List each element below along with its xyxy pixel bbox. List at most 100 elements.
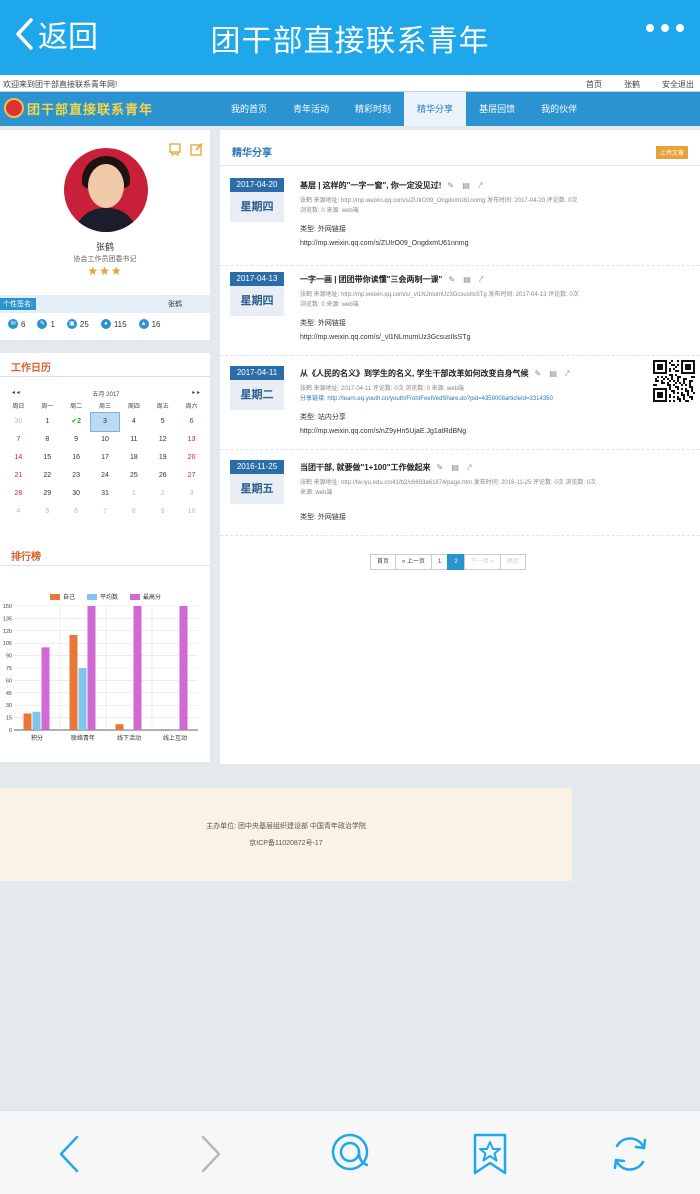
- calendar-day[interactable]: 12: [148, 431, 177, 449]
- pager-first[interactable]: 首页: [370, 554, 397, 570]
- calendar-day[interactable]: 5: [148, 413, 177, 431]
- nav-my-partners[interactable]: 我的伙伴: [528, 92, 590, 126]
- post-action-icons[interactable]: ✎ ▤ ⤤: [447, 181, 485, 191]
- calendar-day[interactable]: 23: [62, 467, 91, 485]
- calendar-day[interactable]: 25: [119, 467, 148, 485]
- post-action-icons[interactable]: ✎ ▤ ⤤: [448, 275, 486, 285]
- calendar-day[interactable]: 6: [177, 413, 206, 431]
- calendar-day[interactable]: 21: [4, 467, 33, 485]
- post-url[interactable]: http://mp.weixin.qq.com/s/_vl1NLmumUz3Gc…: [300, 334, 470, 341]
- calendar-day[interactable]: 19: [148, 449, 177, 467]
- calendar-day[interactable]: 27: [177, 467, 206, 485]
- calendar-day[interactable]: 2: [148, 485, 177, 503]
- pager-next[interactable]: 下一页 »: [463, 554, 501, 570]
- stat-item[interactable]: ✉ 6: [8, 319, 25, 329]
- post-title[interactable]: 当团干部, 就要做"1+100"工作做起来: [300, 462, 431, 473]
- legend-item: 自己: [50, 592, 75, 601]
- calendar-day[interactable]: 18: [119, 449, 148, 467]
- stat-item[interactable]: ✎ 1: [37, 319, 55, 329]
- calendar-day[interactable]: 1: [33, 413, 62, 431]
- stat-item[interactable]: ▲ 16: [138, 319, 160, 329]
- calendar-day[interactable]: 20: [177, 449, 206, 467]
- calendar-day[interactable]: 13: [177, 431, 206, 449]
- more-menu-button[interactable]: [646, 24, 684, 32]
- post-item[interactable]: 2017-04-20 星期四 基层 | 这样的"一字一窗", 你一定没见过! ✎ …: [220, 178, 700, 266]
- calendar-day[interactable]: 30: [62, 485, 91, 503]
- post-title[interactable]: 一字一画 | 团团带你读懂"三会两制一课": [300, 274, 442, 285]
- calendar-day[interactable]: 28: [4, 485, 33, 503]
- calendar-day[interactable]: 10: [177, 503, 206, 521]
- calendar-day[interactable]: 14: [4, 449, 33, 467]
- stat-item[interactable]: ▣ 25: [66, 319, 89, 329]
- calendar-day[interactable]: 16: [62, 449, 91, 467]
- stat-value: 6: [21, 319, 26, 329]
- calendar-day[interactable]: 15: [33, 449, 62, 467]
- post-item[interactable]: 2017-04-11 星期二 从《人民的名义》到学生的名义, 学生干部改革如何改…: [220, 366, 700, 450]
- calendar-day[interactable]: 30: [4, 413, 33, 431]
- post-action-icons[interactable]: ✎ ▤ ⤤: [437, 463, 475, 473]
- back-arrow-icon[interactable]: [45, 1129, 95, 1179]
- nav-youth-activity[interactable]: 青年活动: [280, 92, 342, 126]
- calendar-day[interactable]: 7: [91, 503, 120, 521]
- post-date-box: 2017-04-13 星期四: [230, 272, 284, 316]
- next-month-button[interactable]: ▸ ▸: [192, 389, 200, 396]
- home-link[interactable]: 首页: [586, 79, 602, 90]
- post-title[interactable]: 基层 | 这样的"一字一窗", 你一定没见过!: [300, 180, 441, 191]
- bar-自己: [69, 634, 78, 730]
- user-link[interactable]: 张鹤: [624, 79, 640, 90]
- calendar-day[interactable]: ✔2: [62, 413, 91, 431]
- x-tick-label: 线下活动: [117, 734, 141, 742]
- calendar-day[interactable]: 17: [91, 449, 120, 467]
- post-action-icons[interactable]: ✎ ▤ ⤤: [534, 369, 572, 379]
- calendar-day[interactable]: 6: [62, 503, 91, 521]
- certificate-icon[interactable]: [168, 142, 182, 156]
- calendar-day[interactable]: 9: [62, 431, 91, 449]
- y-tick-label: 60: [6, 678, 12, 684]
- pager-last[interactable]: 尾页: [499, 554, 526, 570]
- post-item[interactable]: 2016-11-25 星期五 当团干部, 就要做"1+100"工作做起来 ✎ ▤ …: [220, 460, 700, 536]
- refresh-icon[interactable]: [605, 1129, 655, 1179]
- pager-page-2[interactable]: 2: [447, 554, 465, 570]
- calendar-day[interactable]: 3: [89, 412, 121, 432]
- edit-icon[interactable]: [190, 142, 204, 156]
- site-footer: 主办单位: 团中央基层组织建设部 中国青年政治学院 京ICP备11020872号…: [0, 788, 572, 881]
- nav-feedback[interactable]: 基层回馈: [466, 92, 528, 126]
- calendar-day[interactable]: 8: [33, 431, 62, 449]
- post-item[interactable]: 2017-04-13 星期四 一字一画 | 团团带你读懂"三会两制一课" ✎ ▤ …: [220, 272, 700, 356]
- calendar-day[interactable]: 8: [119, 503, 148, 521]
- y-tick-label: 150: [3, 604, 12, 610]
- post-url[interactable]: http://mp.weixin.qq.com/s/nZ9yHn5UjaE.Jg…: [300, 428, 466, 435]
- y-tick-label: 75: [6, 666, 12, 672]
- calendar-day[interactable]: 4: [119, 413, 148, 431]
- comment-icon[interactable]: [325, 1129, 375, 1179]
- calendar-day[interactable]: 9: [148, 503, 177, 521]
- post-url[interactable]: http://mp.weixin.qq.com/s/ZUIrO09_Ongdxm…: [300, 240, 468, 247]
- bookmark-star-icon[interactable]: [465, 1129, 515, 1179]
- y-tick-label: 90: [6, 654, 12, 660]
- calendar-day[interactable]: 1: [119, 485, 148, 503]
- calendar-day[interactable]: 29: [33, 485, 62, 503]
- nav-essence-share[interactable]: 精华分享: [404, 92, 467, 126]
- pager-page-1[interactable]: 1: [431, 554, 449, 570]
- calendar-day[interactable]: 10: [91, 431, 120, 449]
- calendar-day[interactable]: 24: [91, 467, 120, 485]
- site-logo[interactable]: 团干部直接联系青年: [4, 98, 153, 118]
- nav-highlights[interactable]: 精彩时刻: [342, 92, 404, 126]
- calendar-day[interactable]: 11: [119, 431, 148, 449]
- stat-item[interactable]: ● 115: [100, 319, 127, 329]
- calendar-day[interactable]: 31: [91, 485, 120, 503]
- nav-my-home[interactable]: 我的首页: [218, 92, 280, 126]
- post-share-link[interactable]: 分享链接: http://learn.eq.youth.cn/youth/Fro…: [300, 394, 660, 404]
- upload-article-button[interactable]: 上传文章: [655, 146, 688, 159]
- calendar-day[interactable]: 4: [4, 503, 33, 521]
- calendar-day[interactable]: 22: [33, 467, 62, 485]
- calendar-day[interactable]: 7: [4, 431, 33, 449]
- post-title[interactable]: 从《人民的名义》到学生的名义, 学生干部改革如何改变自身气候: [300, 368, 528, 379]
- logout-link[interactable]: 安全退出: [662, 79, 694, 90]
- pager-prev[interactable]: « 上一页: [395, 554, 433, 570]
- forward-arrow-icon[interactable]: [185, 1129, 235, 1179]
- weekday-header: 周一: [41, 404, 54, 410]
- calendar-day[interactable]: 3: [177, 485, 206, 503]
- calendar-day[interactable]: 26: [148, 467, 177, 485]
- calendar-day[interactable]: 5: [33, 503, 62, 521]
